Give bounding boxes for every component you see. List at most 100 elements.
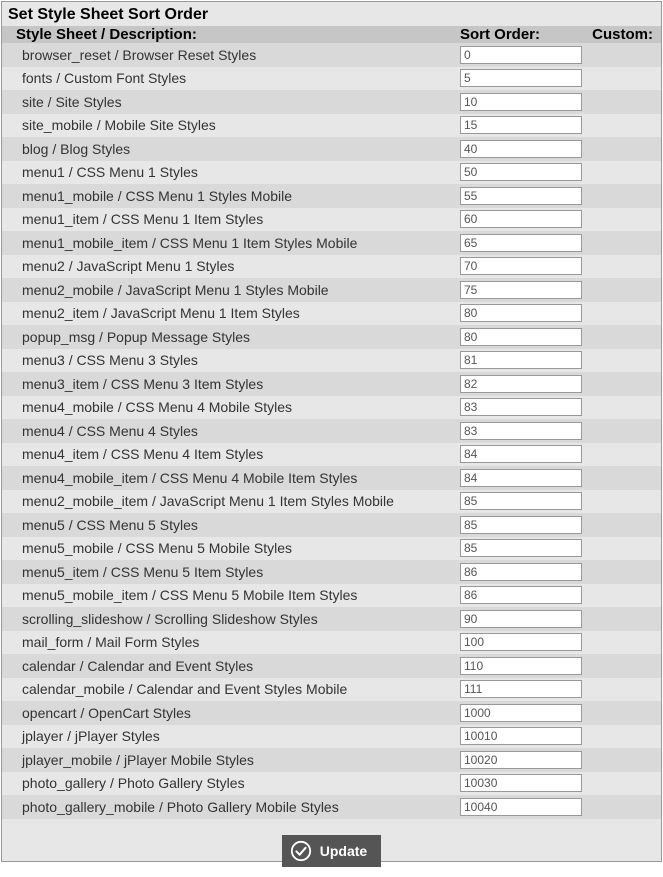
sort-order-input[interactable] (460, 93, 582, 111)
sort-order-input[interactable] (460, 539, 582, 557)
row-description: menu1_mobile / CSS Menu 1 Styles Mobile (2, 188, 460, 204)
row-sort-cell (460, 680, 588, 698)
table-row: site / Site Styles (2, 90, 661, 114)
sort-order-input[interactable] (460, 798, 582, 816)
sort-order-input[interactable] (460, 610, 582, 628)
sort-order-input[interactable] (460, 398, 582, 416)
sort-order-input[interactable] (460, 187, 582, 205)
row-description: menu5 / CSS Menu 5 Styles (2, 517, 460, 533)
table-row: jplayer_mobile / jPlayer Mobile Styles (2, 748, 661, 772)
row-description: menu3 / CSS Menu 3 Styles (2, 352, 460, 368)
table-row: mail_form / Mail Form Styles (2, 631, 661, 655)
table-row: opencart / OpenCart Styles (2, 701, 661, 725)
sort-order-input[interactable] (460, 727, 582, 745)
row-description: menu2_mobile_item / JavaScript Menu 1 It… (2, 493, 460, 509)
sort-order-input[interactable] (460, 234, 582, 252)
table-row: menu4 / CSS Menu 4 Styles (2, 419, 661, 443)
row-description: fonts / Custom Font Styles (2, 70, 460, 86)
sort-order-input[interactable] (460, 46, 582, 64)
sort-order-input[interactable] (460, 375, 582, 393)
sort-order-input[interactable] (460, 328, 582, 346)
sort-order-input[interactable] (460, 445, 582, 463)
row-sort-cell (460, 492, 588, 510)
sort-order-input[interactable] (460, 586, 582, 604)
row-sort-cell (460, 657, 588, 675)
row-description: menu4_mobile_item / CSS Menu 4 Mobile It… (2, 470, 460, 486)
row-sort-cell (460, 93, 588, 111)
sort-order-input[interactable] (460, 516, 582, 534)
sort-order-input[interactable] (460, 774, 582, 792)
table-row: browser_reset / Browser Reset Styles (2, 43, 661, 67)
table-row: menu1_item / CSS Menu 1 Item Styles (2, 208, 661, 232)
row-description: jplayer_mobile / jPlayer Mobile Styles (2, 752, 460, 768)
row-sort-cell (460, 469, 588, 487)
sort-order-input[interactable] (460, 116, 582, 134)
table-row: menu1 / CSS Menu 1 Styles (2, 161, 661, 185)
sort-order-input[interactable] (460, 304, 582, 322)
header-custom: Custom: (588, 26, 661, 43)
sort-order-input[interactable] (460, 281, 582, 299)
table-row: menu2_mobile / JavaScript Menu 1 Styles … (2, 278, 661, 302)
sort-order-input[interactable] (460, 422, 582, 440)
row-description: menu1_item / CSS Menu 1 Item Styles (2, 211, 460, 227)
row-description: menu3_item / CSS Menu 3 Item Styles (2, 376, 460, 392)
sort-order-input[interactable] (460, 704, 582, 722)
sort-order-input[interactable] (460, 257, 582, 275)
row-sort-cell (460, 774, 588, 792)
row-description: photo_gallery_mobile / Photo Gallery Mob… (2, 799, 460, 815)
sort-order-input[interactable] (460, 351, 582, 369)
row-description: menu2 / JavaScript Menu 1 Styles (2, 258, 460, 274)
sort-order-input[interactable] (460, 563, 582, 581)
row-sort-cell (460, 187, 588, 205)
sort-order-input[interactable] (460, 751, 582, 769)
row-sort-cell (460, 422, 588, 440)
sort-order-input[interactable] (460, 492, 582, 510)
update-button-label: Update (320, 843, 367, 859)
row-description: menu1 / CSS Menu 1 Styles (2, 164, 460, 180)
table-row: menu4_mobile_item / CSS Menu 4 Mobile It… (2, 466, 661, 490)
footer: Update (2, 819, 661, 877)
sort-order-input[interactable] (460, 657, 582, 675)
sort-order-input[interactable] (460, 69, 582, 87)
table-row: photo_gallery_mobile / Photo Gallery Mob… (2, 795, 661, 819)
row-sort-cell (460, 516, 588, 534)
row-description: blog / Blog Styles (2, 141, 460, 157)
table-row: menu2_mobile_item / JavaScript Menu 1 It… (2, 490, 661, 514)
sort-order-input[interactable] (460, 680, 582, 698)
row-description: mail_form / Mail Form Styles (2, 634, 460, 650)
row-sort-cell (460, 328, 588, 346)
sort-order-input[interactable] (460, 210, 582, 228)
row-sort-cell (460, 46, 588, 64)
row-sort-cell (460, 704, 588, 722)
table-header: Style Sheet / Description: Sort Order: C… (2, 26, 661, 43)
panel: Set Style Sheet Sort Order Style Sheet /… (1, 1, 662, 862)
row-description: popup_msg / Popup Message Styles (2, 329, 460, 345)
row-sort-cell (460, 586, 588, 604)
row-sort-cell (460, 69, 588, 87)
sort-order-input[interactable] (460, 633, 582, 651)
check-circle-icon (290, 840, 312, 862)
table-row: menu5_mobile / CSS Menu 5 Mobile Styles (2, 537, 661, 561)
sort-order-input[interactable] (460, 140, 582, 158)
row-description: menu5_mobile_item / CSS Menu 5 Mobile It… (2, 587, 460, 603)
row-sort-cell (460, 751, 588, 769)
update-button[interactable]: Update (282, 835, 381, 867)
row-sort-cell (460, 727, 588, 745)
table-row: fonts / Custom Font Styles (2, 67, 661, 91)
table-row: menu3 / CSS Menu 3 Styles (2, 349, 661, 373)
table-row: menu2 / JavaScript Menu 1 Styles (2, 255, 661, 279)
row-sort-cell (460, 445, 588, 463)
table-row: menu1_mobile / CSS Menu 1 Styles Mobile (2, 184, 661, 208)
sort-order-input[interactable] (460, 469, 582, 487)
row-description: opencart / OpenCart Styles (2, 705, 460, 721)
row-description: jplayer / jPlayer Styles (2, 728, 460, 744)
table-row: calendar / Calendar and Event Styles (2, 654, 661, 678)
table-row: photo_gallery / Photo Gallery Styles (2, 772, 661, 796)
row-description: menu5_mobile / CSS Menu 5 Mobile Styles (2, 540, 460, 556)
row-description: site_mobile / Mobile Site Styles (2, 117, 460, 133)
row-description: photo_gallery / Photo Gallery Styles (2, 775, 460, 791)
table-row: popup_msg / Popup Message Styles (2, 325, 661, 349)
sort-order-input[interactable] (460, 163, 582, 181)
row-sort-cell (460, 281, 588, 299)
row-sort-cell (460, 304, 588, 322)
